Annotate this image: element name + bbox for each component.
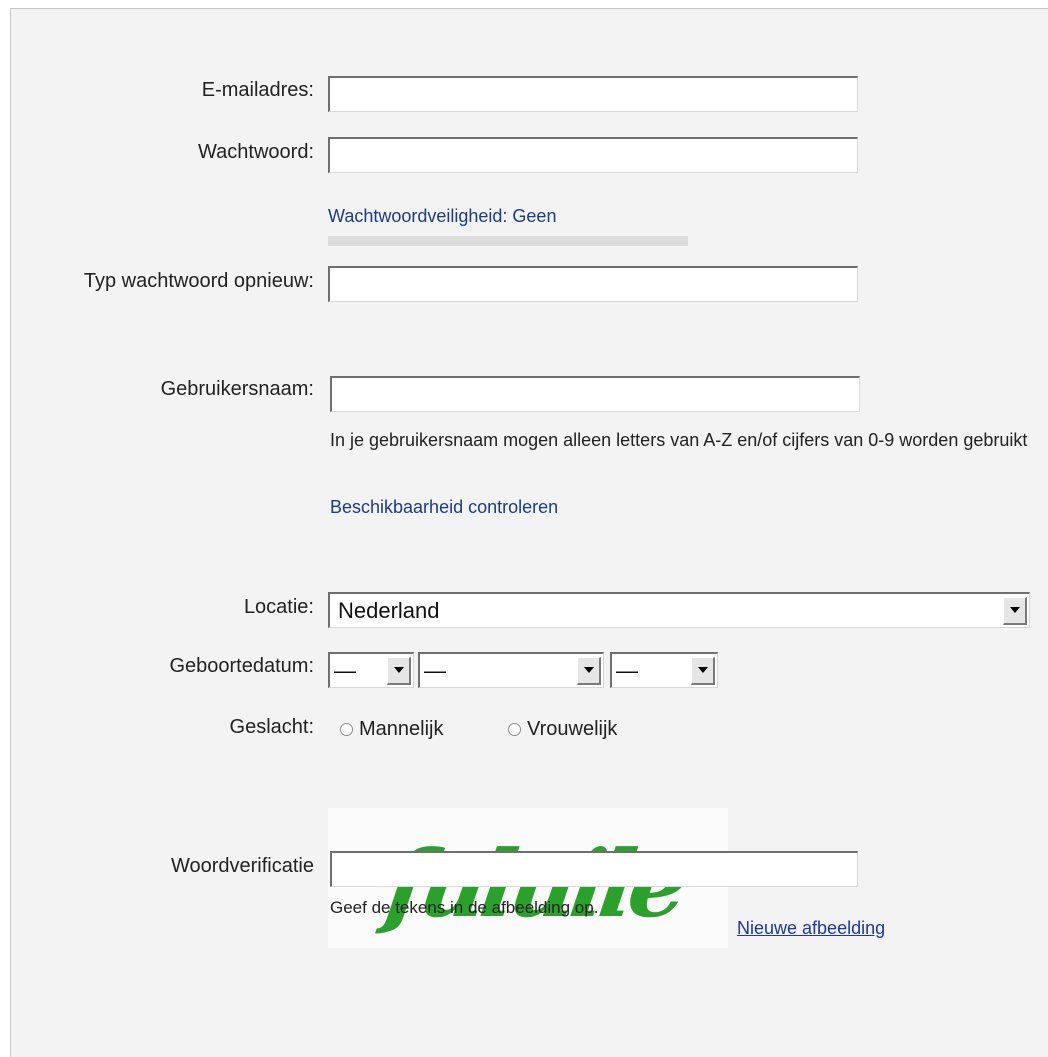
- birth-year-value: —: [616, 657, 638, 683]
- username-input[interactable]: [330, 376, 860, 412]
- email-label: E-mailadres:: [201, 79, 314, 101]
- email-input[interactable]: [328, 76, 858, 112]
- captcha-hint: Geef de tekens in de afbeelding op.: [330, 898, 599, 917]
- radio-male[interactable]: [340, 723, 353, 736]
- check-availability-link[interactable]: Beschikbaarheid controleren: [330, 497, 558, 518]
- location-selected-value: Nederland: [338, 597, 440, 623]
- birth-day-value: —: [334, 657, 356, 683]
- birth-month-select[interactable]: —: [418, 652, 604, 688]
- password-repeat-label: Typ wachtwoord opnieuw:: [83, 270, 314, 292]
- birthdate-label: Geboortedatum:: [169, 655, 314, 677]
- location-select[interactable]: Nederland: [328, 592, 1030, 628]
- username-help-text: In je gebruikersnaam mogen alleen letter…: [330, 430, 1028, 450]
- password-label: Wachtwoord:: [198, 141, 314, 163]
- password-input[interactable]: [328, 137, 858, 173]
- gender-female-option[interactable]: Vrouwelijk: [508, 718, 617, 741]
- birth-day-select[interactable]: —: [328, 652, 414, 688]
- gender-female-label: Vrouwelijk: [527, 718, 618, 740]
- username-label: Gebruikersnaam:: [160, 378, 314, 400]
- birth-year-select[interactable]: —: [610, 652, 718, 688]
- password-strength-bar: [328, 236, 688, 246]
- chevron-down-icon[interactable]: [387, 656, 411, 685]
- chevron-down-icon[interactable]: [577, 656, 601, 685]
- word-verification-label: Woordverificatie: [170, 855, 314, 877]
- gender-male-label: Mannelijk: [359, 718, 444, 740]
- radio-female[interactable]: [508, 723, 521, 736]
- password-strength-text: Wachtwoordveiligheid: Geen: [328, 206, 557, 226]
- chevron-down-icon[interactable]: [691, 656, 715, 685]
- location-label: Locatie:: [243, 596, 314, 618]
- gender-male-option[interactable]: Mannelijk: [340, 718, 443, 741]
- chevron-down-icon[interactable]: [1003, 596, 1027, 625]
- new-image-link[interactable]: Nieuwe afbeelding: [737, 918, 885, 939]
- password-repeat-input[interactable]: [328, 266, 858, 302]
- birth-month-value: —: [424, 657, 446, 683]
- word-verification-input[interactable]: [330, 851, 858, 887]
- gender-label: Geslacht:: [229, 716, 314, 738]
